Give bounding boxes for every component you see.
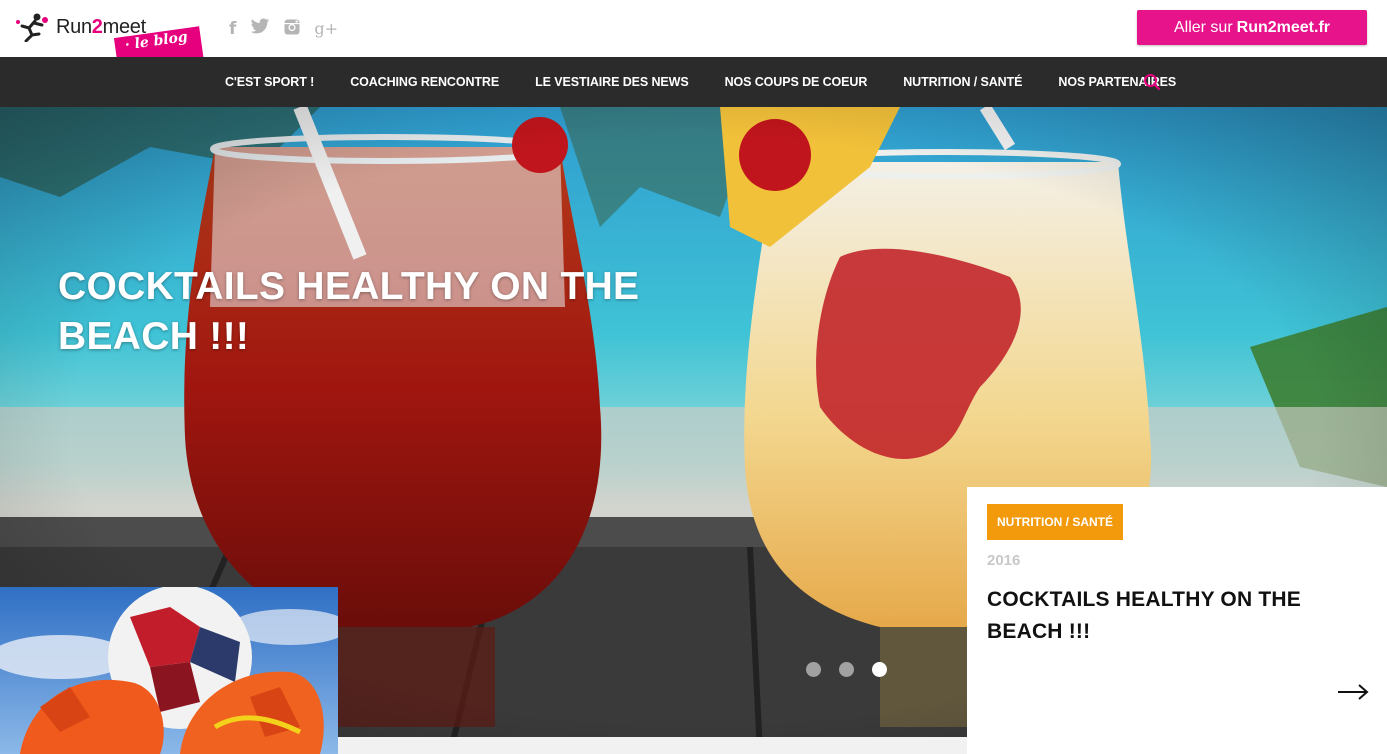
hero-slider[interactable]: COCKTAILS HEALTHY ON THE BEACH !!! NUTRI… [0,107,1387,754]
google-plus-icon[interactable]: g+ [314,19,338,38]
top-bar: Run2meet · le blog · f g+ Aller sur Run2… [0,0,1387,74]
thumbnail-football-image[interactable] [0,587,338,754]
slider-dot-3-active[interactable] [872,662,887,677]
content-strip [338,737,967,754]
nav-item-cest-sport[interactable]: C'EST SPORT ! [207,75,332,89]
slider-dot-2[interactable] [839,662,854,677]
category-badge[interactable]: NUTRITION / SANTÉ [987,504,1123,540]
nav-item-coaching-rencontre[interactable]: COACHING RENCONTRE [332,75,517,89]
nav-item-partenaires[interactable]: NOS PARTENAIRES [1040,75,1194,89]
search-icon[interactable] [1143,73,1161,91]
site-logo[interactable]: Run2meet · le blog · [12,10,205,74]
social-links: f g+ [229,18,338,39]
slider-dot-1[interactable] [806,662,821,677]
hero-title[interactable]: COCKTAILS HEALTHY ON THE BEACH !!! [58,262,678,362]
cta-site-name: Run2meet.fr [1236,18,1331,36]
slider-dots [806,662,887,677]
instagram-icon[interactable] [284,19,300,39]
cta-prefix: Aller sur [1173,18,1233,36]
main-nav: C'EST SPORT ! COACHING RENCONTRE LE VEST… [0,57,1387,107]
nav-item-vestiaire-des-news[interactable]: LE VESTIAIRE DES NEWS [517,75,706,89]
article-title[interactable]: COCKTAILS HEALTHY ON THE BEACH !!! [987,584,1372,648]
nav-item-nutrition-sante[interactable]: NUTRITION / SANTÉ [885,75,1040,89]
go-to-run2meet-button[interactable]: Aller sur Run2meet.fr [1137,10,1367,45]
article-year: 2016 [987,552,1021,569]
featured-article-card[interactable]: NUTRITION / SANTÉ 2016 COCKTAILS HEALTHY… [967,487,1387,754]
facebook-icon[interactable]: f [229,20,236,38]
twitter-icon[interactable] [250,18,270,39]
arrow-right-icon[interactable] [1337,684,1369,700]
runner-logo-icon [16,13,48,42]
nav-item-coups-de-coeur[interactable]: NOS COUPS DE COEUR [707,75,886,89]
